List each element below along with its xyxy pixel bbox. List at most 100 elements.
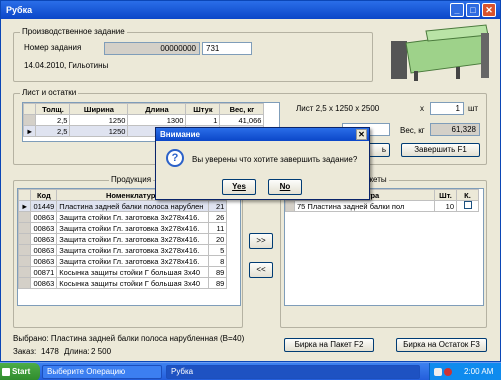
column-header[interactable]: Шт. [434,189,457,201]
column-header[interactable]: Толщ. [35,103,71,115]
packet-checkbox[interactable] [463,201,472,209]
row-selector[interactable]: ► [23,125,37,137]
column-header[interactable]: Вес, кг [219,103,265,115]
table-row[interactable]: 75 Пластина задней балки пол 10 [285,200,479,212]
order-value: 1478 [41,347,59,356]
selected-item-line: Выбрано: Пластина задней балки полоса на… [13,334,245,343]
start-button[interactable]: Start [0,363,40,380]
task-number-field-2[interactable]: 731 [202,42,252,55]
clock[interactable]: 2:00 AM [464,363,493,380]
tag-remainder-button[interactable]: Бирка на Остаток F3 [396,338,487,352]
table-cell: 10 [434,200,457,212]
table-row[interactable]: 00863 Защита стойки Гл. заготовка 3х278х… [18,244,228,256]
question-icon: ? [166,149,184,167]
production-task-group-title: Производственное задание [20,27,127,36]
row-selector[interactable]: ► [18,200,32,212]
table-cell[interactable] [456,200,479,212]
weight-field: 61,328 [430,123,480,136]
close-button[interactable]: ✕ [482,3,496,17]
row-selector[interactable] [285,200,295,212]
table-row[interactable]: 00863 Косынка защиты стойки Г большая 3х… [18,277,228,289]
table-cell: 41,066 [219,114,265,126]
taskbar-item-active[interactable]: Рубка [166,365,420,379]
maximize-button[interactable]: □ [466,3,480,17]
length-value: 2 500 [91,347,112,356]
row-selector[interactable] [18,233,32,245]
table-row[interactable]: ► 01449 Пластина задней балки полоса нар… [18,200,228,212]
packets-group: акеты клатура Шт. К. 75 Пластина задней … [280,175,487,328]
table-row[interactable]: 00863 Защита стойки Гл. заготовка 3х278х… [18,255,228,267]
table-cell: Защита стойки Гл. заготовка 3х278х416. [56,233,210,245]
minimize-button[interactable]: _ [450,3,464,17]
move-left-button[interactable]: << [249,262,273,278]
tray-icon[interactable] [434,368,442,376]
finish-button[interactable]: Завершить F1 [401,143,480,157]
table-cell: Косынка защиты стойки Г большая 3х40 [56,277,210,289]
no-button[interactable]: No [268,179,302,195]
start-label: Start [12,367,31,376]
table-cell: 00863 [30,233,58,245]
table-cell: 26 [208,211,228,223]
row-selector[interactable] [18,266,32,278]
table-cell: 00863 [30,222,58,234]
sheet-description: Лист 2,5 х 1250 х 2500 [296,104,380,113]
machine-right-post [481,33,489,78]
length-label: Длина: [64,347,90,356]
table-cell: 01449 [30,200,58,212]
table-cell: Защита стойки Гл. заготовка 3х278х416. [56,244,210,256]
table-cell: 2,5 [35,114,71,126]
table-row[interactable]: 00863 Защита стойки Гл. заготовка 3х278х… [18,233,228,245]
table-cell: Защита стойки Гл. заготовка 3х278х416. [56,211,210,223]
table-cell: Защита стойки Гл. заготовка 3х278х416. [56,255,210,267]
column-header[interactable]: К. [456,189,479,201]
row-selector-header [18,189,32,201]
windows-logo-icon [2,368,10,376]
table-cell: 00871 [30,266,58,278]
row-selector[interactable] [23,114,37,126]
table-cell: 89 [208,277,228,289]
quantity-unit: шт [468,104,479,113]
column-header[interactable]: Штук [185,103,221,115]
task-number-label: Номер задания [24,43,82,52]
table-row[interactable]: 00871 Косынка защиты стойки Г большая 3х… [18,266,228,278]
table-cell: 75 Пластина задней балки пол [294,200,435,212]
tray-icon[interactable] [444,368,452,376]
sheet-group-title: Лист и остатки [20,88,79,97]
row-selector[interactable] [18,244,32,256]
machine-leg [456,67,460,79]
table-cell: 20 [208,233,228,245]
products-group-title: Продукция [109,175,154,184]
table-cell: 2,5 [35,125,71,137]
column-header[interactable]: Код [30,189,58,201]
machine-leg [414,71,418,81]
products-table[interactable]: Код Номенклатура ► 01449 Пластина задней… [17,188,241,306]
yes-button[interactable]: Yes [222,179,256,195]
row-selector[interactable] [18,277,32,289]
table-cell: 00863 [30,244,58,256]
packets-table[interactable]: клатура Шт. К. 75 Пластина задней балки … [284,188,484,306]
system-tray: 2:00 AM [429,363,501,380]
row-selector-header [23,103,37,115]
taskbar-item[interactable]: Выберите Операцию [42,365,162,379]
row-selector[interactable] [18,211,32,223]
table-row[interactable]: 00863 Защита стойки Гл. заготовка 3х278х… [18,222,228,234]
quantity-field[interactable]: 1 [430,102,464,115]
table-cell: 00863 [30,277,58,289]
table-cell: Защита стойки Гл. заготовка 3х278х416. [56,222,210,234]
confirm-dialog: Внимание ✕ ? Вы уверены что хотите завер… [155,127,370,200]
dialog-title-bar[interactable]: Внимание ✕ [156,128,369,141]
dialog-close-button[interactable]: ✕ [356,129,367,140]
row-selector[interactable] [18,255,32,267]
products-group: Продукция Код Номенклатура ► 01449 Пласт… [13,175,243,328]
tag-packet-button[interactable]: Бирка на Пакет F2 [284,338,374,352]
move-right-button[interactable]: >> [249,233,273,249]
table-row[interactable]: 00863 Защита стойки Гл. заготовка 3х278х… [18,211,228,223]
column-header[interactable]: Длина [127,103,187,115]
order-label: Заказ: [13,347,37,356]
title-bar[interactable]: Рубка _ □ ✕ [1,1,500,19]
times-label: х [420,104,424,113]
column-header[interactable]: Ширина [69,103,129,115]
table-row[interactable]: 2,5 1250 1300 1 41,066 [23,114,265,126]
dialog-title: Внимание [160,130,200,139]
row-selector[interactable] [18,222,32,234]
